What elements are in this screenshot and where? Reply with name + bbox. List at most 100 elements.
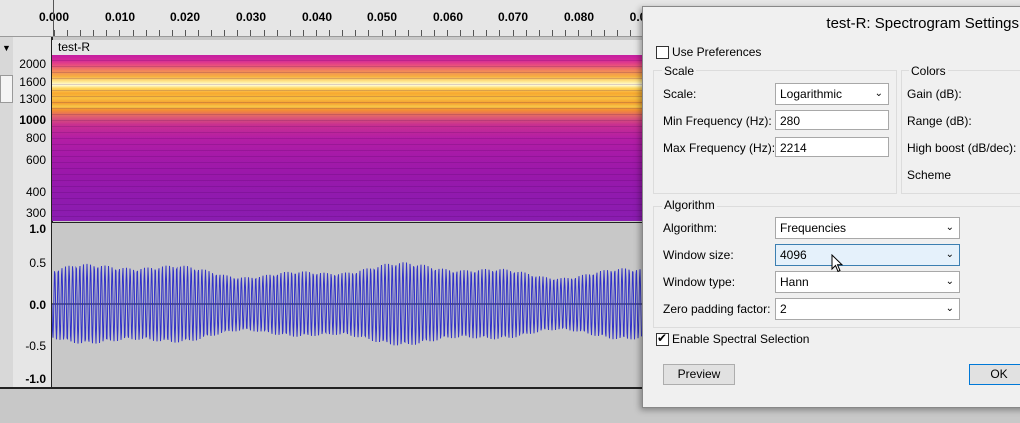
- scale-group-title: Scale: [662, 64, 697, 78]
- min-frequency-input[interactable]: 280: [775, 110, 889, 130]
- freq-label: 400: [25, 185, 46, 199]
- ruler-minor-tick: [159, 30, 160, 36]
- algorithm-select[interactable]: Frequencies ⌄: [775, 217, 960, 239]
- freq-label: 300: [25, 206, 46, 220]
- ruler-tick-label: 0.020: [169, 10, 201, 24]
- freq-label: 600: [25, 153, 46, 167]
- ruler-minor-tick: [473, 30, 474, 36]
- ruler-tick-label: 0.000: [38, 10, 70, 24]
- zero-padding-label: Zero padding factor:: [663, 302, 771, 316]
- freq-label: 1300: [19, 92, 46, 106]
- ruler-minor-tick: [513, 30, 514, 36]
- track-title-bar[interactable]: test-R: [52, 40, 642, 56]
- ruler-minor-tick: [408, 30, 409, 36]
- track-control-panel[interactable]: ▼: [0, 37, 14, 387]
- use-preferences-label: Use Preferences: [672, 45, 762, 59]
- ruler-minor-tick: [277, 30, 278, 36]
- track-collapse-button[interactable]: [0, 75, 13, 103]
- preview-button[interactable]: Preview: [663, 364, 735, 385]
- ruler-minor-tick: [329, 30, 330, 36]
- chevron-down-icon: ⌄: [945, 276, 954, 287]
- use-preferences-checkbox[interactable]: [656, 46, 669, 59]
- ruler-minor-tick: [185, 30, 186, 36]
- ruler-minor-tick: [342, 30, 343, 36]
- window-type-select[interactable]: Hann ⌄: [775, 271, 960, 293]
- scale-select-value: Logarithmic: [780, 87, 843, 101]
- ruler-minor-tick: [133, 30, 134, 36]
- high-boost-label: High boost (dB/dec):: [907, 141, 1017, 155]
- amp-label: 1.0: [29, 222, 46, 236]
- ruler-minor-tick: [447, 30, 448, 36]
- freq-label: 2000: [19, 57, 46, 71]
- chevron-down-icon: ⌄: [945, 249, 954, 260]
- chevron-down-icon: ⌄: [945, 222, 954, 233]
- ruler-minor-tick: [630, 30, 631, 36]
- ruler-minor-tick: [460, 30, 461, 36]
- algorithm-group-title: Algorithm: [662, 198, 717, 212]
- ruler-tick-label: 0.080: [563, 10, 595, 24]
- ruler-minor-tick: [211, 30, 212, 36]
- spectrogram-settings-dialog: test-R: Spectrogram Settings Use Prefere…: [642, 6, 1020, 408]
- ruler-minor-tick: [67, 30, 68, 36]
- ruler-minor-tick: [434, 30, 435, 36]
- ruler-minor-tick: [368, 30, 369, 36]
- ok-button[interactable]: OK: [969, 364, 1020, 385]
- ruler-minor-tick: [106, 30, 107, 36]
- ruler-tick-label: 0.010: [104, 10, 136, 24]
- waveform-svg: [52, 262, 642, 346]
- vertical-ruler[interactable]: 2000 1600 1300 1000 800 600 400 300 1.0 …: [13, 37, 53, 387]
- amp-label: 0.5: [29, 256, 46, 270]
- ruler-minor-tick: [119, 30, 120, 36]
- enable-spectral-selection-label: Enable Spectral Selection: [672, 332, 810, 346]
- min-frequency-label: Min Frequency (Hz):: [663, 114, 772, 128]
- ruler-minor-tick: [303, 30, 304, 36]
- amp-label: -1.0: [25, 372, 46, 386]
- ruler-minor-tick: [172, 30, 173, 36]
- chevron-down-icon: ⌄: [945, 303, 954, 314]
- track-menu-arrow-icon[interactable]: ▼: [2, 43, 11, 53]
- ruler-minor-tick: [237, 30, 238, 36]
- enable-spectral-selection-checkbox[interactable]: [656, 331, 669, 346]
- empty-track-area[interactable]: [0, 389, 642, 423]
- ruler-minor-tick: [526, 30, 527, 36]
- ruler-minor-tick: [591, 30, 592, 36]
- range-label: Range (dB):: [907, 114, 972, 128]
- zero-padding-select-value: 2: [780, 302, 787, 316]
- algorithm-label: Algorithm:: [663, 221, 718, 235]
- ruler-tick-label: 0.060: [432, 10, 464, 24]
- colors-group-title: Colors: [909, 64, 948, 78]
- window-size-select[interactable]: 4096 ⌄: [775, 244, 960, 266]
- ruler-minor-tick: [565, 30, 566, 36]
- spectrogram-harmonics: [52, 55, 642, 221]
- freq-label: 1000: [19, 113, 46, 127]
- ruler-tick-label: 0.070: [497, 10, 529, 24]
- dialog-title: test-R: Spectrogram Settings: [826, 15, 1019, 32]
- chevron-down-icon: ⌄: [874, 88, 883, 99]
- scheme-label: Scheme: [907, 168, 952, 182]
- ruler-minor-tick: [198, 30, 199, 36]
- ruler-minor-tick: [80, 30, 81, 36]
- gain-label: Gain (dB):: [907, 87, 962, 101]
- ruler-tick-label: 0.040: [301, 10, 333, 24]
- ruler-tick-label: 0.030: [235, 10, 267, 24]
- ruler-minor-tick: [316, 30, 317, 36]
- track-name: test-R: [58, 40, 91, 54]
- ruler-minor-tick: [617, 30, 618, 36]
- ruler-minor-tick: [54, 30, 55, 36]
- window-type-label: Window type:: [663, 275, 736, 289]
- freq-label: 800: [25, 131, 46, 145]
- ruler-minor-tick: [355, 30, 356, 36]
- algorithm-select-value: Frequencies: [780, 221, 847, 235]
- ruler-minor-tick: [552, 30, 553, 36]
- zero-padding-select[interactable]: 2 ⌄: [775, 298, 960, 320]
- ruler-tick-label: 0.050: [366, 10, 398, 24]
- ruler-minor-tick: [382, 30, 383, 36]
- ruler-minor-tick: [395, 30, 396, 36]
- max-frequency-input[interactable]: 2214: [775, 137, 889, 157]
- scale-select[interactable]: Logarithmic ⌄: [775, 83, 889, 105]
- ruler-minor-tick: [539, 30, 540, 36]
- window-size-select-value: 4096: [780, 248, 807, 262]
- ruler-minor-tick: [146, 30, 147, 36]
- amp-label: 0.0: [29, 298, 46, 312]
- mouse-cursor-icon: [831, 254, 844, 273]
